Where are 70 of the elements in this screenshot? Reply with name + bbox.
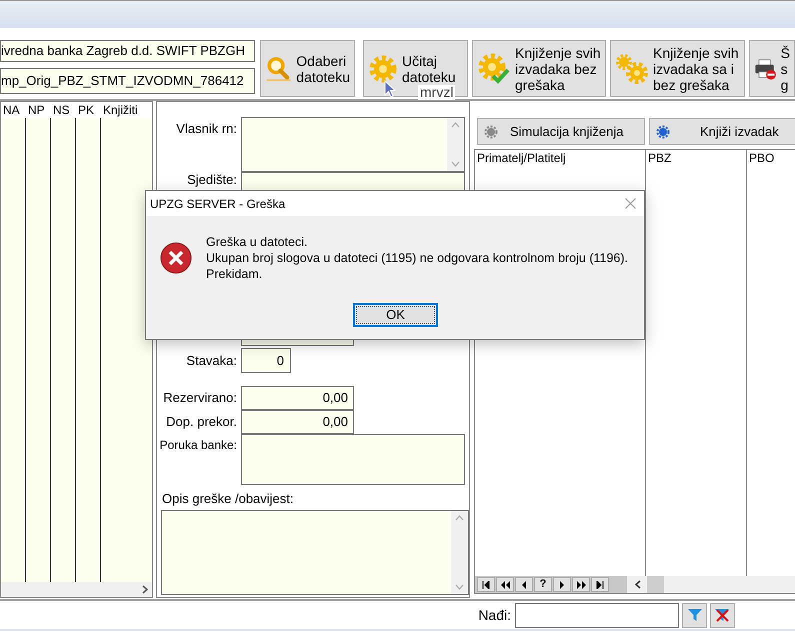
search-label: Nađi: [478, 606, 511, 624]
mouse-cursor-icon [384, 80, 396, 98]
chevron-left-icon [635, 580, 641, 589]
reserved-field[interactable]: 0,00 [241, 386, 354, 410]
error-icon [160, 242, 192, 274]
search-field[interactable] [515, 602, 679, 628]
toolbar-button[interactable]: Odaberi datoteku [260, 40, 355, 97]
field-label: Vlasnik rn: [175, 121, 238, 137]
previous-icon [522, 580, 526, 588]
dialog-title: UPZG SERVER - Greška [150, 196, 286, 212]
gear-icon [368, 54, 398, 84]
gears-icon [615, 52, 649, 84]
field-label: Sjedište: [186, 172, 238, 188]
next-icon [560, 580, 564, 588]
clear-filter-button[interactable] [710, 602, 735, 628]
scrollbar-thumb[interactable] [647, 576, 664, 593]
items-field[interactable]: 0 [241, 348, 291, 373]
clear-filter-icon [715, 608, 730, 622]
ok-button[interactable]: OK [353, 303, 438, 327]
last-record-icon [596, 580, 604, 588]
filter-button[interactable] [682, 602, 707, 628]
fast-forward-button[interactable] [572, 577, 590, 592]
column-header[interactable]: Primatelj/Platitelj [475, 150, 645, 166]
toolbar-button[interactable]: Knjiženje svih izvadaka bez grešaka [472, 40, 606, 97]
chevron-up-icon [455, 515, 464, 521]
vertical-scrollbar[interactable] [447, 118, 464, 171]
column-header[interactable]: NP [26, 102, 51, 118]
help-button[interactable]: ? [534, 577, 552, 592]
gear-icon [484, 124, 498, 138]
close-icon[interactable] [625, 198, 636, 209]
gear-check-icon [477, 52, 511, 86]
overdraft-field[interactable]: 0,00 [241, 410, 354, 434]
column-header[interactable]: NS [51, 102, 76, 118]
next-button[interactable] [553, 577, 571, 592]
horizontal-scrollbar[interactable] [1, 582, 152, 597]
column-header[interactable]: PK [76, 102, 101, 118]
error-description-field[interactable] [161, 510, 469, 595]
error-message: Greška u datoteci. Ukupan broj slogova u datoteci (1195) ne odgovara kontrolnom broju (1196). Prekidam. [206, 234, 628, 282]
chevron-right-icon [142, 585, 148, 594]
file-field[interactable]: mp_Orig_PBZ_STMT_IZVODMN_786412 [0, 68, 255, 94]
toolbar-button[interactable]: Knjiženje svih izvadaka sa i bez grešaka [610, 40, 745, 97]
last-button[interactable] [591, 577, 609, 592]
field-label: Poruka banke: [158, 437, 238, 453]
first-record-icon [482, 580, 490, 588]
tooltip: mrvzl [418, 85, 456, 100]
field-label: Rezervirano: [162, 390, 238, 406]
fast-forward-icon [576, 580, 586, 588]
field-label: Dop. prekor. [165, 414, 238, 430]
action-button[interactable]: Knjiži izvadak [649, 118, 795, 145]
gear-icon [656, 124, 670, 138]
column-header[interactable]: PBZ [646, 150, 746, 166]
filter-icon [688, 608, 702, 622]
bank-field[interactable]: ivredna banka Zagreb d.d. SWIFT PBZGH [0, 40, 255, 62]
toolbar-button[interactable]: Š s g [749, 40, 795, 97]
column-header[interactable]: Knjižiti [101, 102, 152, 118]
first-button[interactable] [477, 577, 495, 592]
field-label: Stavaka: [185, 352, 238, 368]
bank-message-field[interactable] [241, 434, 465, 485]
vertical-scrollbar[interactable] [451, 511, 468, 594]
chevron-down-icon [451, 161, 460, 167]
rewind-icon [500, 580, 510, 588]
column-header[interactable]: NA [1, 102, 26, 118]
action-button[interactable]: Simulacija knjiženja [477, 118, 645, 145]
previous-button[interactable] [515, 577, 533, 592]
rewind-button[interactable] [496, 577, 514, 592]
owner-field[interactable] [241, 117, 465, 172]
chevron-up-icon [451, 122, 460, 128]
column-header[interactable]: PBO [747, 150, 795, 166]
field-label: Opis greške /obavijest: [162, 491, 295, 507]
chevron-down-icon [455, 584, 464, 590]
